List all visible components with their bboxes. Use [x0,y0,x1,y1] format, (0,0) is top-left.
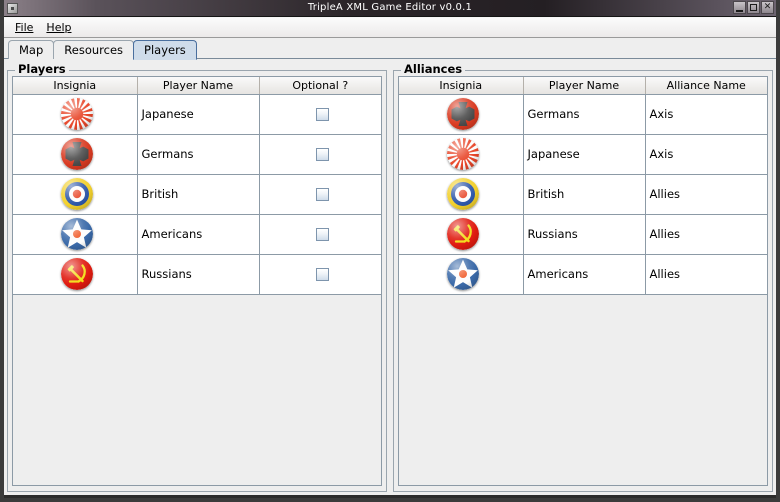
alliances-table: Insignia Player Name Alliance Name Germa… [399,77,767,295]
tab-players-label: Players [144,43,186,57]
menu-bar: File Help [4,18,776,38]
menu-item-file[interactable]: File [10,20,41,35]
table-row[interactable]: Germans Axis [399,94,767,135]
table-row[interactable]: British [13,174,381,215]
tab-map[interactable]: Map [8,40,55,59]
optional-checkbox[interactable] [315,148,329,161]
close-button[interactable]: ✕ [761,1,774,14]
germany-iron-cross-insignia [60,138,93,170]
russia-hammer-sickle-insignia [60,258,93,290]
tab-strip: Map Resources Players [4,38,776,60]
players-cell-optional[interactable] [259,134,381,175]
players-cell-insignia [13,174,138,215]
alliances-cell-insignia [399,174,524,215]
table-row[interactable]: British Allies [399,174,767,215]
alliances-cell-name[interactable]: Americans [523,254,646,295]
players-table: Insignia Player Name Optional ? Japanese… [13,77,381,295]
players-cell-name[interactable]: Russians [137,254,260,295]
optional-checkbox[interactable] [315,228,329,241]
alliances-cell-alliance[interactable]: Allies [645,174,767,215]
window-bottom-edge [4,495,776,498]
window-title: TripleA XML Game Editor v0.0.1 [307,2,473,13]
germany-iron-cross-insignia [446,98,479,130]
players-group: Players Insignia Player Name Optional ? [7,63,387,492]
application-window: TripleA XML Game Editor v0.0.1 ✕ File He… [0,0,780,502]
minimize-button[interactable] [733,1,746,14]
britain-roundel-insignia [446,178,479,210]
players-cell-name[interactable]: Germans [137,134,260,175]
players-scroll-pane[interactable]: Insignia Player Name Optional ? Japanese… [12,76,382,486]
maximize-button[interactable] [747,1,760,14]
alliances-cell-alliance[interactable]: Allies [645,214,767,255]
players-cell-name[interactable]: Japanese [137,94,260,135]
players-col-name[interactable]: Player Name [137,77,260,95]
client-area: File Help Map Resources Players Players [4,17,776,495]
players-group-title: Players [15,63,69,75]
menu-item-file-label: File [15,21,34,34]
alliances-cell-name[interactable]: Russians [523,214,646,255]
menu-item-help-label: Help [46,21,72,34]
players-cell-insignia [13,94,138,135]
players-col-optional[interactable]: Optional ? [259,77,381,95]
tab-players[interactable]: Players [133,40,197,60]
table-row[interactable]: Russians [13,254,381,295]
players-col-insignia[interactable]: Insignia [13,77,138,95]
japan-rising-sun-insignia [60,98,93,130]
alliances-cell-name[interactable]: Germans [523,94,646,135]
japan-rising-sun-insignia [446,138,479,170]
usa-star-roundel-insignia [60,218,93,250]
alliances-col-insignia[interactable]: Insignia [399,77,524,95]
players-cell-optional[interactable] [259,214,381,255]
alliances-cell-name[interactable]: Japanese [523,134,646,175]
table-row[interactable]: Japanese Axis [399,134,767,175]
alliances-cell-alliance[interactable]: Axis [645,134,767,175]
alliances-col-alliance[interactable]: Alliance Name [645,77,767,95]
players-table-header-row: Insignia Player Name Optional ? [13,77,381,95]
alliances-group-title: Alliances [401,63,466,75]
alliances-cell-insignia [399,254,524,295]
window-frame: TripleA XML Game Editor v0.0.1 ✕ File He… [0,0,780,502]
players-cell-optional[interactable] [259,174,381,215]
table-row[interactable]: Americans [13,214,381,255]
tab-map-label: Map [19,43,44,57]
alliances-scroll-pane[interactable]: Insignia Player Name Alliance Name Germa… [398,76,768,486]
menu-item-help[interactable]: Help [41,20,79,35]
table-row[interactable]: Germans [13,134,381,175]
usa-star-roundel-insignia [446,258,479,290]
tab-resources-label: Resources [64,43,124,57]
title-bar[interactable]: TripleA XML Game Editor v0.0.1 ✕ [4,0,776,17]
tab-resources[interactable]: Resources [53,40,135,59]
players-cell-optional[interactable] [259,254,381,295]
britain-roundel-insignia [60,178,93,210]
alliances-cell-insignia [399,94,524,135]
alliances-col-name[interactable]: Player Name [523,77,646,95]
alliances-cell-insignia [399,134,524,175]
alliances-table-header-row: Insignia Player Name Alliance Name [399,77,767,95]
alliances-cell-insignia [399,214,524,255]
russia-hammer-sickle-insignia [446,218,479,250]
optional-checkbox[interactable] [315,108,329,121]
alliances-cell-alliance[interactable]: Allies [645,254,767,295]
alliances-table-empty-area [399,294,767,485]
window-controls: ✕ [733,1,774,14]
players-cell-insignia [13,254,138,295]
players-cell-optional[interactable] [259,94,381,135]
players-cell-insignia [13,214,138,255]
players-cell-name[interactable]: British [137,174,260,215]
players-table-empty-area [13,294,381,485]
optional-checkbox[interactable] [315,268,329,281]
players-cell-name[interactable]: Americans [137,214,260,255]
alliances-cell-name[interactable]: British [523,174,646,215]
table-row[interactable]: Americans Allies [399,254,767,295]
table-row[interactable]: Russians Allies [399,214,767,255]
tab-content-players: Players Insignia Player Name Optional ? [4,59,776,495]
alliances-cell-alliance[interactable]: Axis [645,94,767,135]
players-cell-insignia [13,134,138,175]
table-row[interactable]: Japanese [13,94,381,135]
close-icon: ✕ [763,2,772,12]
alliances-group: Alliances Insignia Player Name Alliance … [393,63,773,492]
optional-checkbox[interactable] [315,188,329,201]
